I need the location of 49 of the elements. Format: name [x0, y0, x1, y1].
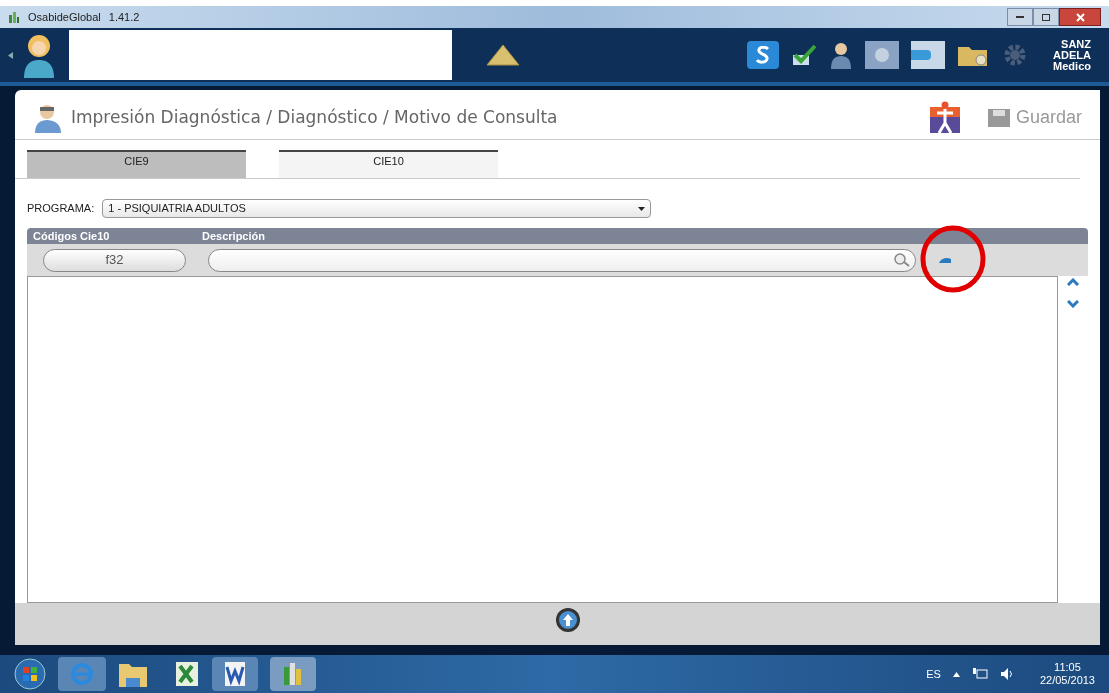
tab[interactable]: CIE10 — [279, 150, 498, 178]
user-role: Medico — [1053, 60, 1091, 72]
up-arrow-button-icon[interactable] — [554, 607, 581, 633]
taskbar-button[interactable] — [270, 657, 316, 691]
search-icon — [893, 252, 911, 268]
user-name: ADELA — [1053, 49, 1091, 61]
start-button-icon[interactable] — [14, 658, 46, 690]
app-icon — [8, 11, 20, 23]
user-avatar-icon[interactable] — [21, 32, 57, 78]
spreadsheet-x-icon[interactable] — [174, 660, 200, 688]
app-version: 1.41.2 — [108, 9, 140, 25]
patient-field[interactable] — [69, 30, 452, 80]
bar-chart-icon — [282, 661, 304, 687]
minimize-button[interactable] — [1007, 8, 1033, 26]
clock-date: 22/05/2013 — [1039, 674, 1095, 687]
close-icon — [1075, 12, 1085, 22]
taskbar-button[interactable] — [212, 657, 258, 691]
column-header: Códigos Cie10 — [32, 228, 111, 244]
description-search-field[interactable] — [208, 248, 916, 272]
code-filter-field[interactable]: f32 — [43, 248, 186, 272]
column-header: Descripción — [202, 228, 265, 244]
app-tile-icon[interactable] — [865, 41, 900, 69]
browser-e-icon — [70, 662, 94, 686]
close-button[interactable] — [1059, 8, 1101, 26]
doctor-icon[interactable] — [829, 41, 854, 69]
dialog-title: Impresión Diagnóstica / Diagnóstico / Motivo de Consulta — [71, 105, 558, 129]
document-w-icon — [223, 661, 247, 687]
language-indicator[interactable]: ES — [926, 665, 941, 683]
doctor-icon — [33, 102, 63, 133]
tab[interactable]: CIE9 — [27, 150, 246, 178]
dropdown-caret-icon — [638, 206, 646, 211]
curved-shape-icon[interactable] — [938, 256, 952, 264]
programa-label: PROGRAMA: — [27, 201, 95, 217]
figure-logo-icon — [927, 100, 962, 135]
user-surname: SANZ — [1061, 38, 1091, 50]
caret-icon[interactable] — [8, 51, 13, 59]
triangle-icon[interactable] — [486, 44, 520, 66]
scroll-down-icon[interactable] — [1067, 300, 1079, 308]
scroll-up-icon[interactable] — [1067, 278, 1079, 286]
circle-annotation — [920, 225, 986, 293]
checkmark-icon[interactable] — [791, 43, 818, 67]
network-icon[interactable] — [971, 667, 988, 681]
clock-time: 11:05 — [1054, 661, 1081, 674]
window-title: OsabideGlobal — [28, 9, 101, 25]
s-app-icon[interactable] — [747, 41, 780, 69]
programa-dropdown[interactable]: 1 - PSIQUIATRIA ADULTOS — [102, 199, 652, 218]
tray-caret-icon[interactable] — [952, 671, 960, 677]
app-tile-icon[interactable] — [911, 41, 946, 69]
maximize-button[interactable] — [1033, 8, 1059, 26]
